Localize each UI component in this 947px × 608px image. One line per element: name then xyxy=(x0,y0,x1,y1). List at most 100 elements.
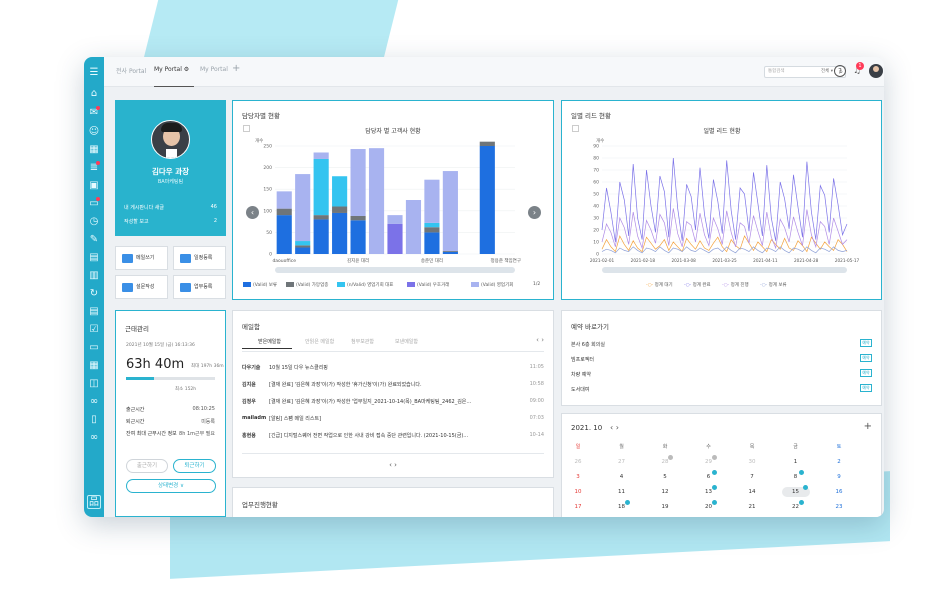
chart-range-slider[interactable] xyxy=(275,267,515,273)
table-icon[interactable]: ▦ xyxy=(87,359,101,373)
chat-icon[interactable]: ▭ xyxy=(87,197,101,211)
quick-link-write-mail[interactable]: 메일쓰기 xyxy=(115,246,168,270)
legend-item[interactable]: -○- 정계 대기 xyxy=(646,282,673,288)
mail-row[interactable]: 홍현용 [긴급] 디지털스퀘어 전면 작업으로 인한 사내 강비 접속 중단 관련… xyxy=(242,432,544,442)
board-icon[interactable]: ▥ xyxy=(87,269,101,283)
calendar-day[interactable]: 9 xyxy=(829,472,849,482)
folder-icon[interactable]: ▭ xyxy=(87,341,101,355)
calendar-day[interactable]: 15 xyxy=(781,485,810,497)
edit-icon[interactable]: ✎ xyxy=(87,233,101,247)
chart-next-button[interactable]: › xyxy=(528,206,541,219)
legend-item[interactable]: (Valid) 우호거래 xyxy=(407,282,449,288)
profile-stat-row[interactable]: 내 게시판니다 새글 46 xyxy=(124,204,217,211)
calendar-day[interactable]: 2 xyxy=(829,457,849,467)
calendar-day[interactable]: 29 xyxy=(699,455,719,467)
help-icon[interactable]: ? xyxy=(834,65,846,77)
calendar-day[interactable]: 19 xyxy=(655,502,675,512)
calendar-day[interactable]: 11 xyxy=(612,487,632,497)
calendar-day[interactable]: 14 xyxy=(742,487,762,497)
car-icon[interactable]: ◫ xyxy=(87,377,101,391)
tab-company-portal[interactable]: 전사 Portal xyxy=(116,66,146,75)
list-icon[interactable]: ≣ xyxy=(87,161,101,175)
calendar-day[interactable]: 5 xyxy=(655,472,675,482)
legend-item[interactable]: -○- 정계 완료 xyxy=(684,282,711,288)
attendance-row: 잔여 최대 근무시간 정보 8h 1m근무 필요 xyxy=(126,430,215,437)
document-icon[interactable]: ▤ xyxy=(87,305,101,319)
calendar-day[interactable]: 27 xyxy=(612,457,632,467)
calendar-day[interactable]: 16 xyxy=(829,487,849,497)
mail-row[interactable]: 김정우 [결재 완료] '김은혜 과장'이(가) 작성한 '업무일지_2021-1… xyxy=(242,398,544,408)
calendar-day[interactable]: 28 xyxy=(655,455,675,467)
mail-row[interactable]: 다우기술 10월 15일 다우 뉴스클리핑 11:05 xyxy=(242,364,544,374)
calendar-day[interactable]: 10 xyxy=(568,487,588,497)
reserve-button[interactable]: 예약 xyxy=(860,369,872,377)
reserve-button[interactable]: 예약 xyxy=(860,354,872,362)
chart-prev-button[interactable]: ‹ xyxy=(246,206,259,219)
link2-icon[interactable]: ∞ xyxy=(87,431,101,445)
status-change-button[interactable]: 상태변경 ∨ xyxy=(126,479,216,493)
legend-item[interactable]: (Valid) 보류 xyxy=(243,282,277,288)
mail-tab-attachments[interactable]: 첨부보관함 xyxy=(351,338,374,345)
bar-segment xyxy=(295,247,311,254)
calendar-day[interactable]: 12 xyxy=(655,487,675,497)
calendar-day[interactable]: 30 xyxy=(742,457,762,467)
calendar-nav[interactable]: ‹ › xyxy=(610,423,619,432)
link-icon[interactable]: ∞ xyxy=(87,395,101,409)
add-tab-button[interactable]: + xyxy=(232,63,240,74)
reserve-button[interactable]: 예약 xyxy=(860,339,872,347)
legend-item[interactable]: -○- 정계 진행 xyxy=(722,282,749,288)
calendar-icon[interactable]: ▣ xyxy=(87,179,101,193)
calendar-day[interactable]: 6 xyxy=(699,470,719,482)
legend-pager[interactable]: 1/2 xyxy=(533,282,540,287)
mail-row[interactable]: mailadm [알림] 스팸 메일 리스트] 07:03 xyxy=(242,415,544,425)
chart-range-slider[interactable] xyxy=(602,267,847,273)
clock-in-button[interactable]: 출근하기 xyxy=(126,459,168,473)
legend-item[interactable]: (Valid) 가망업종 xyxy=(286,282,328,288)
quick-link-add-schedule[interactable]: 일정등록 xyxy=(173,246,226,270)
apps-grid-icon[interactable]: ▦ xyxy=(87,143,101,157)
report-icon[interactable]: ▤ xyxy=(87,251,101,265)
org-chart-icon[interactable]: 品 xyxy=(87,495,101,509)
calendar-day[interactable]: 1 xyxy=(786,457,806,467)
clock-icon[interactable]: ◷ xyxy=(87,215,101,229)
tab-my-portal[interactable]: My Portal xyxy=(200,66,228,73)
calendar-day[interactable]: 8 xyxy=(786,470,806,482)
reserve-button[interactable]: 예약 xyxy=(860,384,872,392)
legend-item[interactable]: (n/Valid) 영업기회 대표 xyxy=(337,282,393,288)
calendar-day[interactable]: 23 xyxy=(829,502,849,512)
mail-tab-unread[interactable]: 안읽은 메일함 xyxy=(305,338,334,345)
calendar-day[interactable]: 13 xyxy=(699,485,719,497)
legend-item[interactable]: -○- 정계 보류 xyxy=(760,282,787,288)
mail-pager[interactable]: ‹ › xyxy=(233,461,553,469)
quick-link-add-task[interactable]: 업무등록 xyxy=(173,275,226,299)
mail-tab-arrows[interactable]: ‹ › xyxy=(536,336,544,344)
menu-icon[interactable]: ☰ xyxy=(87,66,101,80)
clock-out-button[interactable]: 퇴근하기 xyxy=(173,459,216,473)
home-icon[interactable]: ⌂ xyxy=(87,87,101,101)
calendar-day[interactable]: 3 xyxy=(568,472,588,482)
calendar-day[interactable]: 7 xyxy=(742,472,762,482)
calendar-day[interactable]: 26 xyxy=(568,457,588,467)
search-scope-select[interactable]: 전체 ▾ xyxy=(821,67,833,77)
mail-row[interactable]: 김지윤 [결재 완료] '김은혜 과장'이(가) 작성한 '휴가신청'이(가) 완… xyxy=(242,381,544,391)
tab-my-portal-active[interactable]: My Portal ⚙ xyxy=(154,66,189,73)
calendar-day[interactable]: 18 xyxy=(612,500,632,512)
y-tick-label: 100 xyxy=(263,208,272,214)
mail-tab-sent[interactable]: 보낸메일함 xyxy=(395,338,418,345)
contacts-icon[interactable]: ☺ xyxy=(87,125,101,139)
calendar-add-button[interactable]: + xyxy=(864,421,872,432)
calendar-day[interactable]: 17 xyxy=(568,502,588,512)
mail-icon[interactable]: ✉ xyxy=(87,106,101,120)
calendar-day[interactable]: 4 xyxy=(612,472,632,482)
approval-icon[interactable]: ☑ xyxy=(87,323,101,337)
legend-item[interactable]: (Valid) 영업기회 xyxy=(471,282,513,288)
calendar-day[interactable]: 22 xyxy=(786,500,806,512)
quick-link-survey[interactable]: 설문작성 xyxy=(115,275,168,299)
profile-stat-row[interactable]: 작성할 보고 2 xyxy=(124,218,217,225)
refresh-icon[interactable]: ↻ xyxy=(87,287,101,301)
mail-tab-inbox[interactable]: 받은메일함 xyxy=(258,338,281,345)
calendar-day[interactable]: 21 xyxy=(742,502,762,512)
user-avatar[interactable] xyxy=(869,64,883,78)
calendar-day[interactable]: 20 xyxy=(699,500,719,512)
mobile-icon[interactable]: ▯ xyxy=(87,413,101,427)
